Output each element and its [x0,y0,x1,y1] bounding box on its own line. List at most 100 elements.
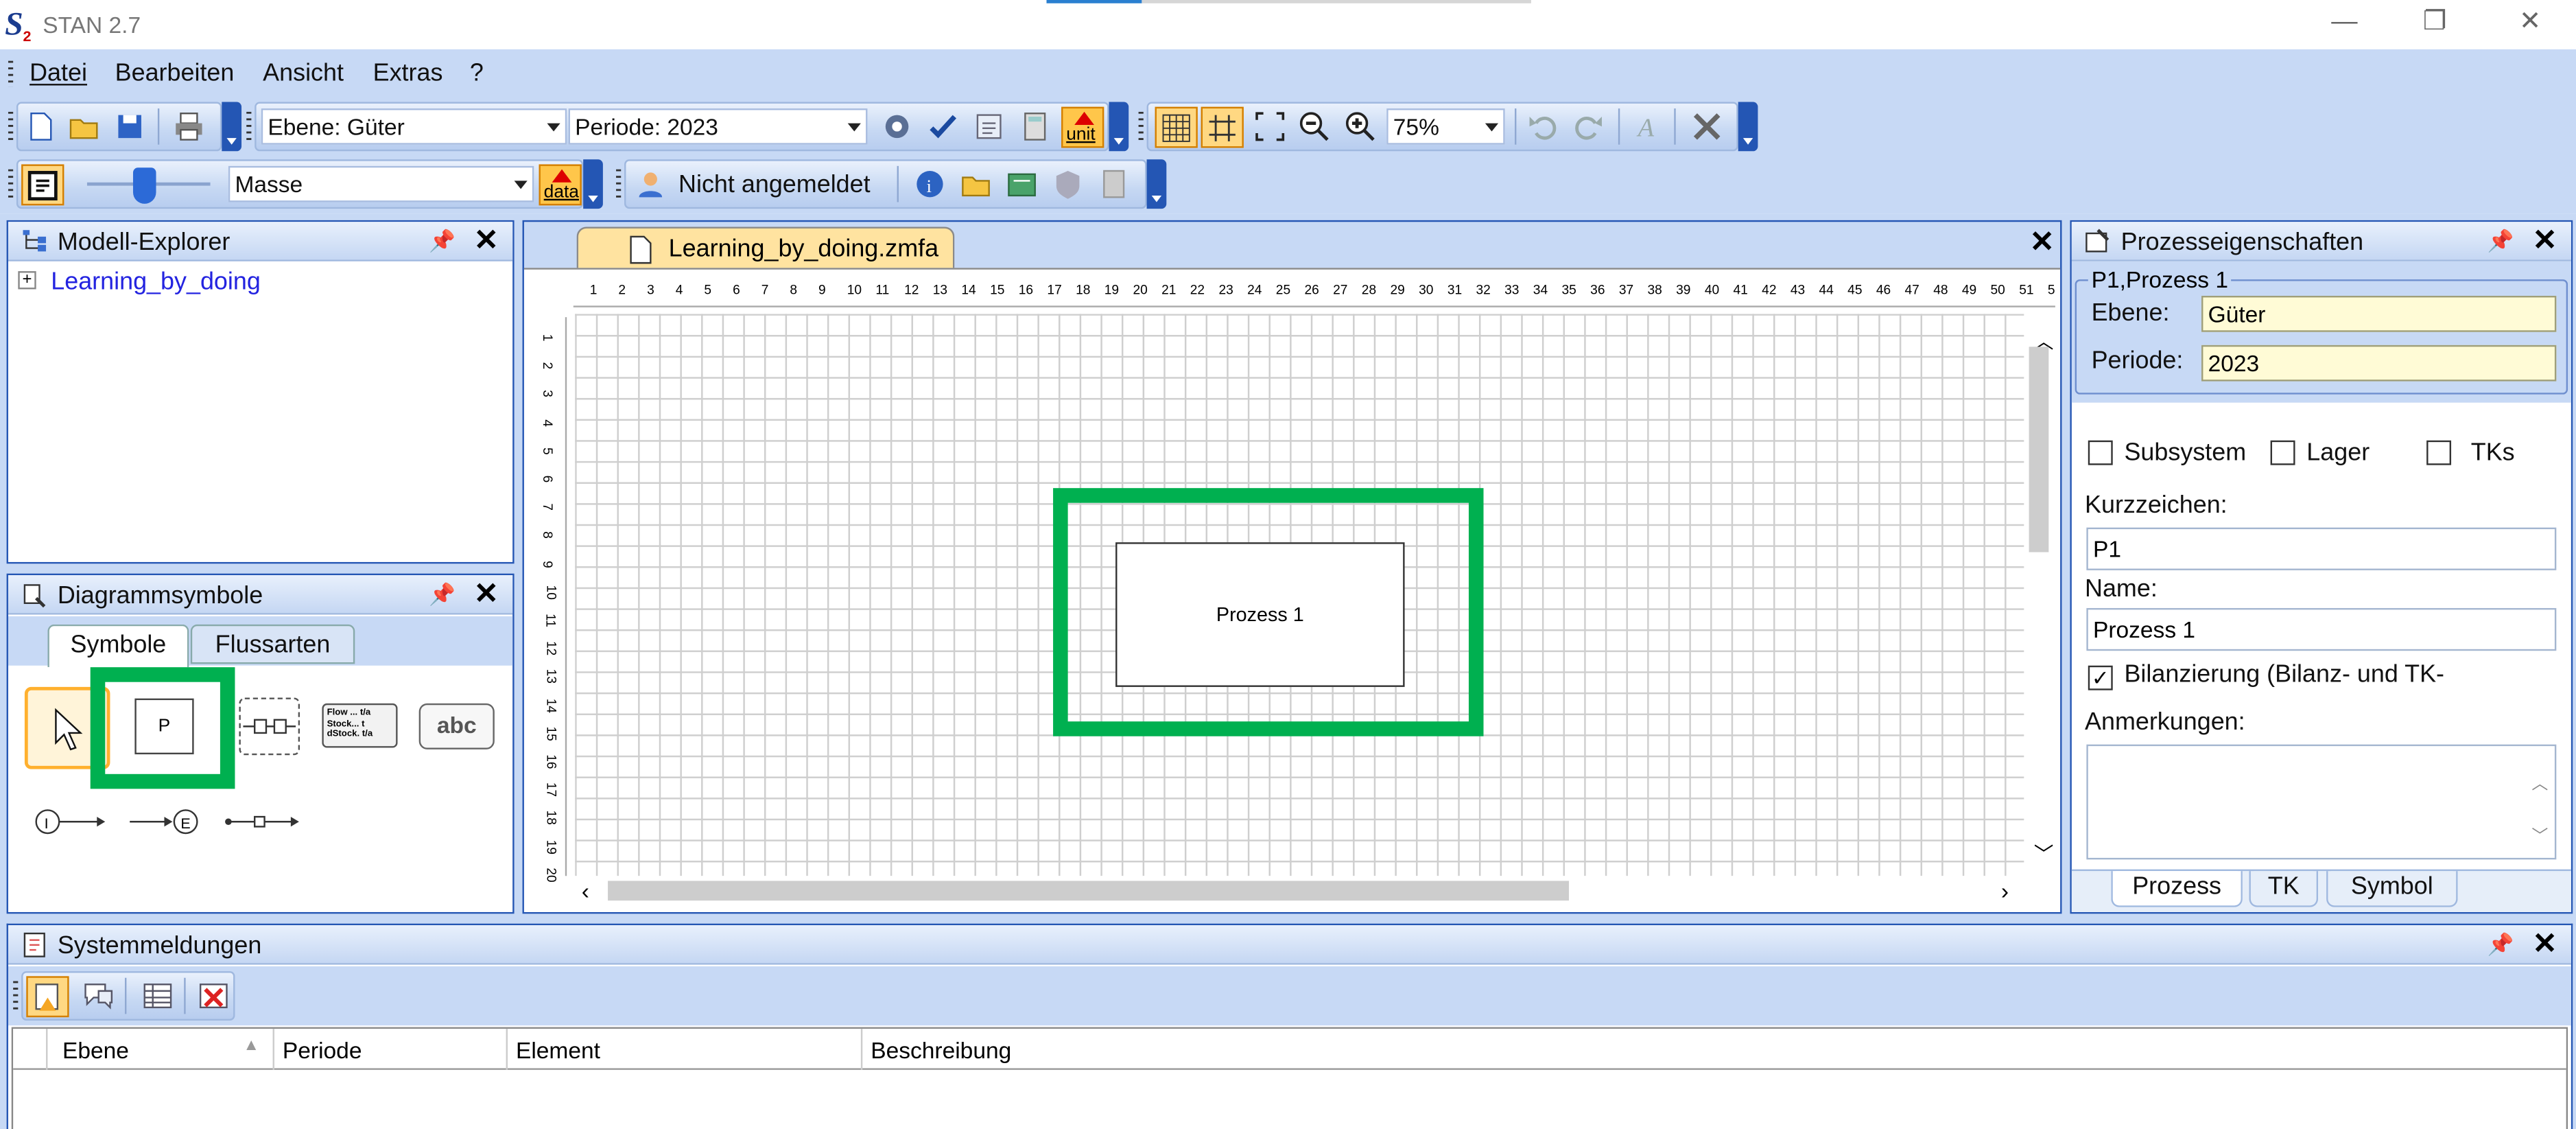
menu-ansicht[interactable]: Ansicht [263,59,344,87]
ebene-select[interactable]: Ebene: Güter [261,108,567,145]
toolbar-overflow[interactable] [222,102,242,152]
import-flow-tool[interactable]: I [32,805,110,838]
tab-flussarten[interactable]: Flussarten [190,624,355,664]
grid-toggle-button[interactable] [1155,106,1198,148]
toolbar1b-grip[interactable] [246,111,252,141]
bilanzierung-checkbox[interactable]: ✓ [2088,665,2113,690]
tab-prozess[interactable]: Prozess [2111,871,2243,907]
pin-icon[interactable]: 📌 [429,582,456,608]
open-folder-icon[interactable] [67,110,100,143]
login-status[interactable]: Nicht angemeldet [678,171,871,199]
tree-expand-toggle[interactable]: + [18,271,36,290]
periode-select[interactable]: Periode: 2023 [568,108,868,145]
menu-bearbeiten[interactable]: Bearbeiten [115,59,235,87]
shield-icon[interactable] [1052,167,1085,200]
fit-page-icon[interactable] [1253,110,1286,143]
toolbar-overflow[interactable] [1738,102,1758,152]
minimize-button[interactable]: — [2319,7,2369,40]
zoom-out-icon[interactable] [1298,110,1331,143]
close-panel-icon[interactable]: ✕ [473,224,499,257]
scroll-left-icon[interactable]: ‹ [582,878,589,904]
periode-field[interactable]: 2023 [2201,345,2557,382]
layer-slider-thumb[interactable] [132,167,156,204]
check-tool-icon[interactable] [927,110,960,143]
settings-gear-icon[interactable] [881,110,914,143]
toolbar2b-grip[interactable] [616,169,622,199]
snap-toggle-button[interactable] [1201,106,1244,148]
tree-root-node[interactable]: Learning_by_doing [51,268,261,296]
textarea-scroll-up-icon[interactable]: ︿ [2531,769,2548,793]
process-symbol-tool[interactable]: P [134,698,194,755]
user-icon[interactable] [634,167,667,200]
pin-icon[interactable]: 📌 [2488,932,2514,958]
font-icon[interactable]: A [1630,110,1663,143]
clear-messages-icon[interactable] [197,979,230,1012]
undo-icon[interactable] [1526,110,1559,143]
messages-toolbar-grip[interactable] [13,981,19,1011]
print-icon[interactable] [172,110,205,143]
pin-icon[interactable]: 📌 [2488,229,2514,255]
info-icon[interactable]: i [914,167,947,200]
table-icon[interactable] [141,979,174,1012]
close-document-icon[interactable]: ✕ [2029,225,2055,258]
zoom-in-icon[interactable] [1344,110,1377,143]
export-map-icon[interactable] [1006,167,1039,200]
document-icon[interactable] [1098,167,1131,200]
close-panel-icon[interactable]: ✕ [473,577,499,609]
anmerkungen-textarea[interactable]: ︿ ﹀ [2086,744,2557,860]
toolbar1c-grip[interactable] [1138,111,1144,141]
column-beschreibung[interactable]: Beschreibung [871,1037,1011,1063]
close-button[interactable]: ✕ [2505,7,2555,40]
subsystem-checkbox[interactable] [2088,440,2113,465]
new-file-icon[interactable] [25,110,58,143]
export-flow-tool[interactable]: E [126,805,205,838]
internal-flow-tool[interactable] [222,805,304,838]
toolbar1-grip[interactable] [8,111,14,141]
import-folder-icon[interactable] [960,167,993,200]
vertical-scrollbar[interactable]: ︿ ﹀ [2024,314,2054,876]
delete-icon[interactable] [1690,110,1723,143]
report-icon[interactable] [973,110,1006,143]
restore-button[interactable]: ❐ [2410,7,2459,40]
data-button[interactable]: data [539,164,582,206]
toolbar-overflow[interactable] [1146,159,1167,209]
toolbar-overflow[interactable] [1109,102,1129,152]
tab-symbole[interactable]: Symbole [47,624,189,668]
flow-table-tool[interactable]: Flow ... t/a Stock... t dStock. t/a [322,703,398,748]
unit-button[interactable]: unit [1061,106,1104,148]
pin-icon[interactable]: 📌 [429,229,456,255]
lager-checkbox[interactable] [2270,440,2295,465]
menu-help[interactable]: ? [470,59,484,87]
toolbar-overflow[interactable] [583,159,603,209]
document-tab[interactable]: Learning_by_doing.zmfa [576,226,955,270]
column-element[interactable]: Element [516,1037,600,1063]
vertical-scroll-thumb[interactable] [2029,347,2049,552]
toolbar2-grip[interactable] [8,169,14,199]
layer-button[interactable] [21,164,64,206]
text-symbol-tool[interactable]: abc [418,703,495,749]
menu-grip[interactable] [8,60,14,87]
close-panel-icon[interactable]: ✕ [2531,224,2557,257]
column-periode[interactable]: Periode [283,1037,362,1063]
horizontal-scrollbar[interactable]: ‹ › [575,876,2024,906]
zoom-select[interactable]: 75% [1386,108,1505,145]
kurzzeichen-input[interactable]: P1 [2086,527,2557,570]
tks-checkbox[interactable] [2426,440,2452,465]
tab-symbol[interactable]: Symbol [2326,871,2458,907]
comment-icon[interactable] [82,979,115,1012]
calculator-icon[interactable] [1019,110,1052,143]
redo-icon[interactable] [1572,110,1605,143]
subsystem-symbol-tool[interactable] [235,693,304,759]
warnings-filter-button[interactable] [26,976,69,1018]
ebene-field[interactable]: Güter [2201,296,2557,332]
layer-select[interactable]: Masse [228,165,534,202]
scroll-down-icon[interactable]: ﹀ [2034,840,2054,868]
name-input[interactable]: Prozess 1 [2086,607,2557,651]
textarea-scroll-down-icon[interactable]: ﹀ [2531,822,2548,846]
menu-datei[interactable]: Datei [29,59,87,87]
column-ebene[interactable]: Ebene [62,1037,129,1063]
horizontal-scroll-thumb[interactable] [608,881,1570,901]
menu-extras[interactable]: Extras [373,59,443,87]
save-icon[interactable] [113,110,146,143]
tab-tk[interactable]: TK [2249,871,2319,907]
